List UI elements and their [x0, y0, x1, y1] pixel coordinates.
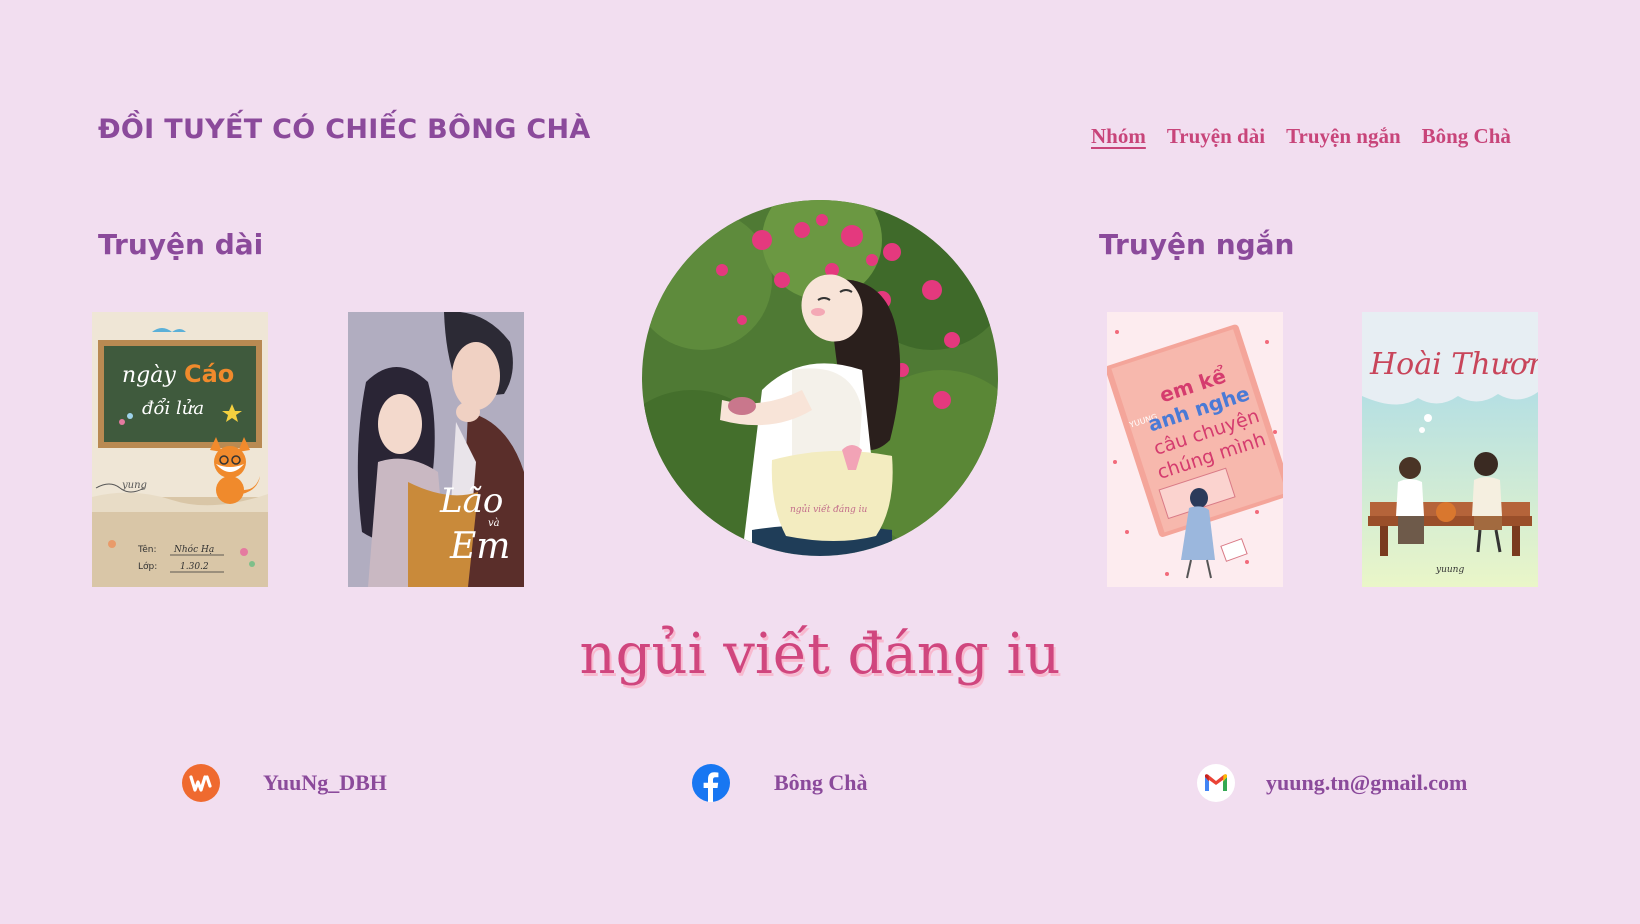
book-cover-lao-va-em[interactable]: Lão và Em: [348, 312, 524, 587]
cover4-author: yuung: [1435, 565, 1464, 575]
cover1-class-value: 1.30.2: [180, 562, 209, 572]
wattpad-username[interactable]: YuuNg_DBH: [263, 770, 387, 796]
cover1-title-line2: đổi lửa: [142, 397, 204, 419]
book-cover-hoai-thuong[interactable]: Hoài Thương yuung: [1362, 312, 1538, 587]
author-avatar[interactable]: ngủi viết đáng iu: [642, 200, 998, 556]
cover1-title-accent: Cáo: [184, 360, 234, 388]
cover1-author: yung: [121, 480, 147, 491]
contact-wattpad[interactable]: YuuNg_DBH: [182, 764, 387, 802]
contact-facebook[interactable]: Bông Chà: [692, 764, 868, 802]
contact-gmail[interactable]: yuung.tn@gmail.com: [1197, 764, 1467, 802]
cover1-name-value: Nhóc Hạ: [173, 544, 214, 555]
facebook-name[interactable]: Bông Chà: [774, 770, 868, 796]
cover1-name-label: Tên:: [137, 544, 157, 555]
gmail-address[interactable]: yuung.tn@gmail.com: [1266, 770, 1467, 796]
book-cover-em-ke-anh-nghe[interactable]: YUUNG em kể anh nghe câu chuyện chúng mì…: [1107, 312, 1283, 587]
gmail-icon: [1197, 764, 1235, 802]
cover1-class-label: Lớp:: [138, 561, 157, 572]
site-title[interactable]: ĐỒI TUYẾT CÓ CHIẾC BÔNG CHÀ: [98, 114, 591, 145]
nav-item-nhom[interactable]: Nhóm: [1091, 124, 1146, 149]
wattpad-icon: [182, 764, 220, 802]
book-cover-ngay-cao-doi-lua[interactable]: ngày Cáo đổi lửa yung Tên: Nhóc Hạ Lớp: …: [92, 312, 268, 587]
cover4-title: Hoài Thương: [1369, 347, 1538, 382]
top-nav: Nhóm Truyện dài Truyện ngắn Bông Chà: [1091, 124, 1511, 149]
tagline: ngủi viết đáng iu: [579, 622, 1061, 687]
cover1-title-line1: ngày: [122, 363, 176, 388]
cover2-title-line1: Lão: [439, 481, 503, 521]
nav-item-bong-cha[interactable]: Bông Chà: [1422, 124, 1511, 149]
short-stories-heading: Truyện ngắn: [1099, 228, 1295, 261]
avatar-bag-text: ngủi viết đáng iu: [790, 504, 867, 515]
nav-item-truyen-ngan[interactable]: Truyện ngắn: [1286, 124, 1401, 149]
nav-item-truyen-dai[interactable]: Truyện dài: [1167, 124, 1265, 149]
cover2-title-line2: Em: [449, 526, 510, 567]
facebook-icon: [692, 764, 730, 802]
long-stories-heading: Truyện dài: [98, 228, 264, 261]
